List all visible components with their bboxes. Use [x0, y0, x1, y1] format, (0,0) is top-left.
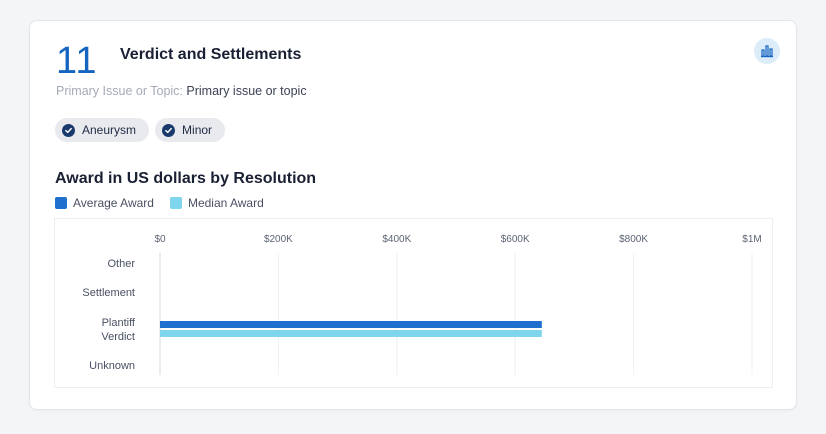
- primary-issue: Primary Issue or Topic: Primary issue or…: [56, 84, 307, 98]
- case-count: 11: [56, 40, 98, 82]
- check-circle-icon: [162, 123, 176, 137]
- filter-chips: Aneurysm Minor: [55, 118, 226, 142]
- legend-swatch-average: [55, 197, 67, 209]
- x-tick-label: $600K: [501, 234, 530, 245]
- legend-swatch-median: [169, 197, 182, 209]
- y-category-label: Verdict: [101, 331, 135, 343]
- x-tick-label: $400K: [382, 234, 411, 245]
- chart-toggle-button[interactable]: [754, 38, 780, 64]
- legend-median-award[interactable]: Median Award: [169, 196, 264, 210]
- chip-minor[interactable]: Minor: [155, 118, 226, 142]
- legend-label: Average Award: [73, 196, 154, 210]
- y-category-label: Settlement: [82, 287, 135, 299]
- bar-chart-icon: [761, 45, 773, 58]
- chart-legend: Average Award Median Award: [55, 196, 264, 210]
- legend-average-award[interactable]: Average Award: [55, 196, 154, 210]
- chip-label: Minor: [182, 123, 213, 137]
- award-bar-chart: $0 $200K $400K $600K $800K $1M Other Settlement…: [82, 234, 762, 375]
- verdicts-card: 11 Verdict and Settlements Primary Issue…: [29, 20, 797, 410]
- x-tick-label: $0: [154, 234, 166, 245]
- primary-issue-label: Primary Issue or Topic:: [56, 84, 183, 98]
- legend-label: Median Award: [187, 196, 264, 210]
- x-tick-label: $1M: [742, 234, 761, 245]
- x-tick-label: $800K: [619, 234, 648, 245]
- chart-plot-area: $0 $200K $400K $600K $800K $1M Other Settlement…: [54, 218, 773, 388]
- chip-label: Aneurysm: [82, 123, 137, 137]
- x-tick-label: $200K: [264, 234, 293, 245]
- primary-issue-value: Primary issue or topic: [186, 84, 307, 98]
- chip-aneurysm[interactable]: Aneurysm: [55, 118, 150, 142]
- bar-average: [160, 321, 542, 328]
- y-category-label: Plantiff: [102, 317, 136, 329]
- y-category-label: Other: [107, 258, 135, 270]
- bar-median: [160, 330, 542, 337]
- card-title: Verdict and Settlements: [120, 46, 302, 63]
- y-category-label: Unknown: [89, 360, 135, 372]
- chart-title: Award in US dollars by Resolution: [55, 170, 317, 187]
- check-circle-icon: [62, 123, 75, 137]
